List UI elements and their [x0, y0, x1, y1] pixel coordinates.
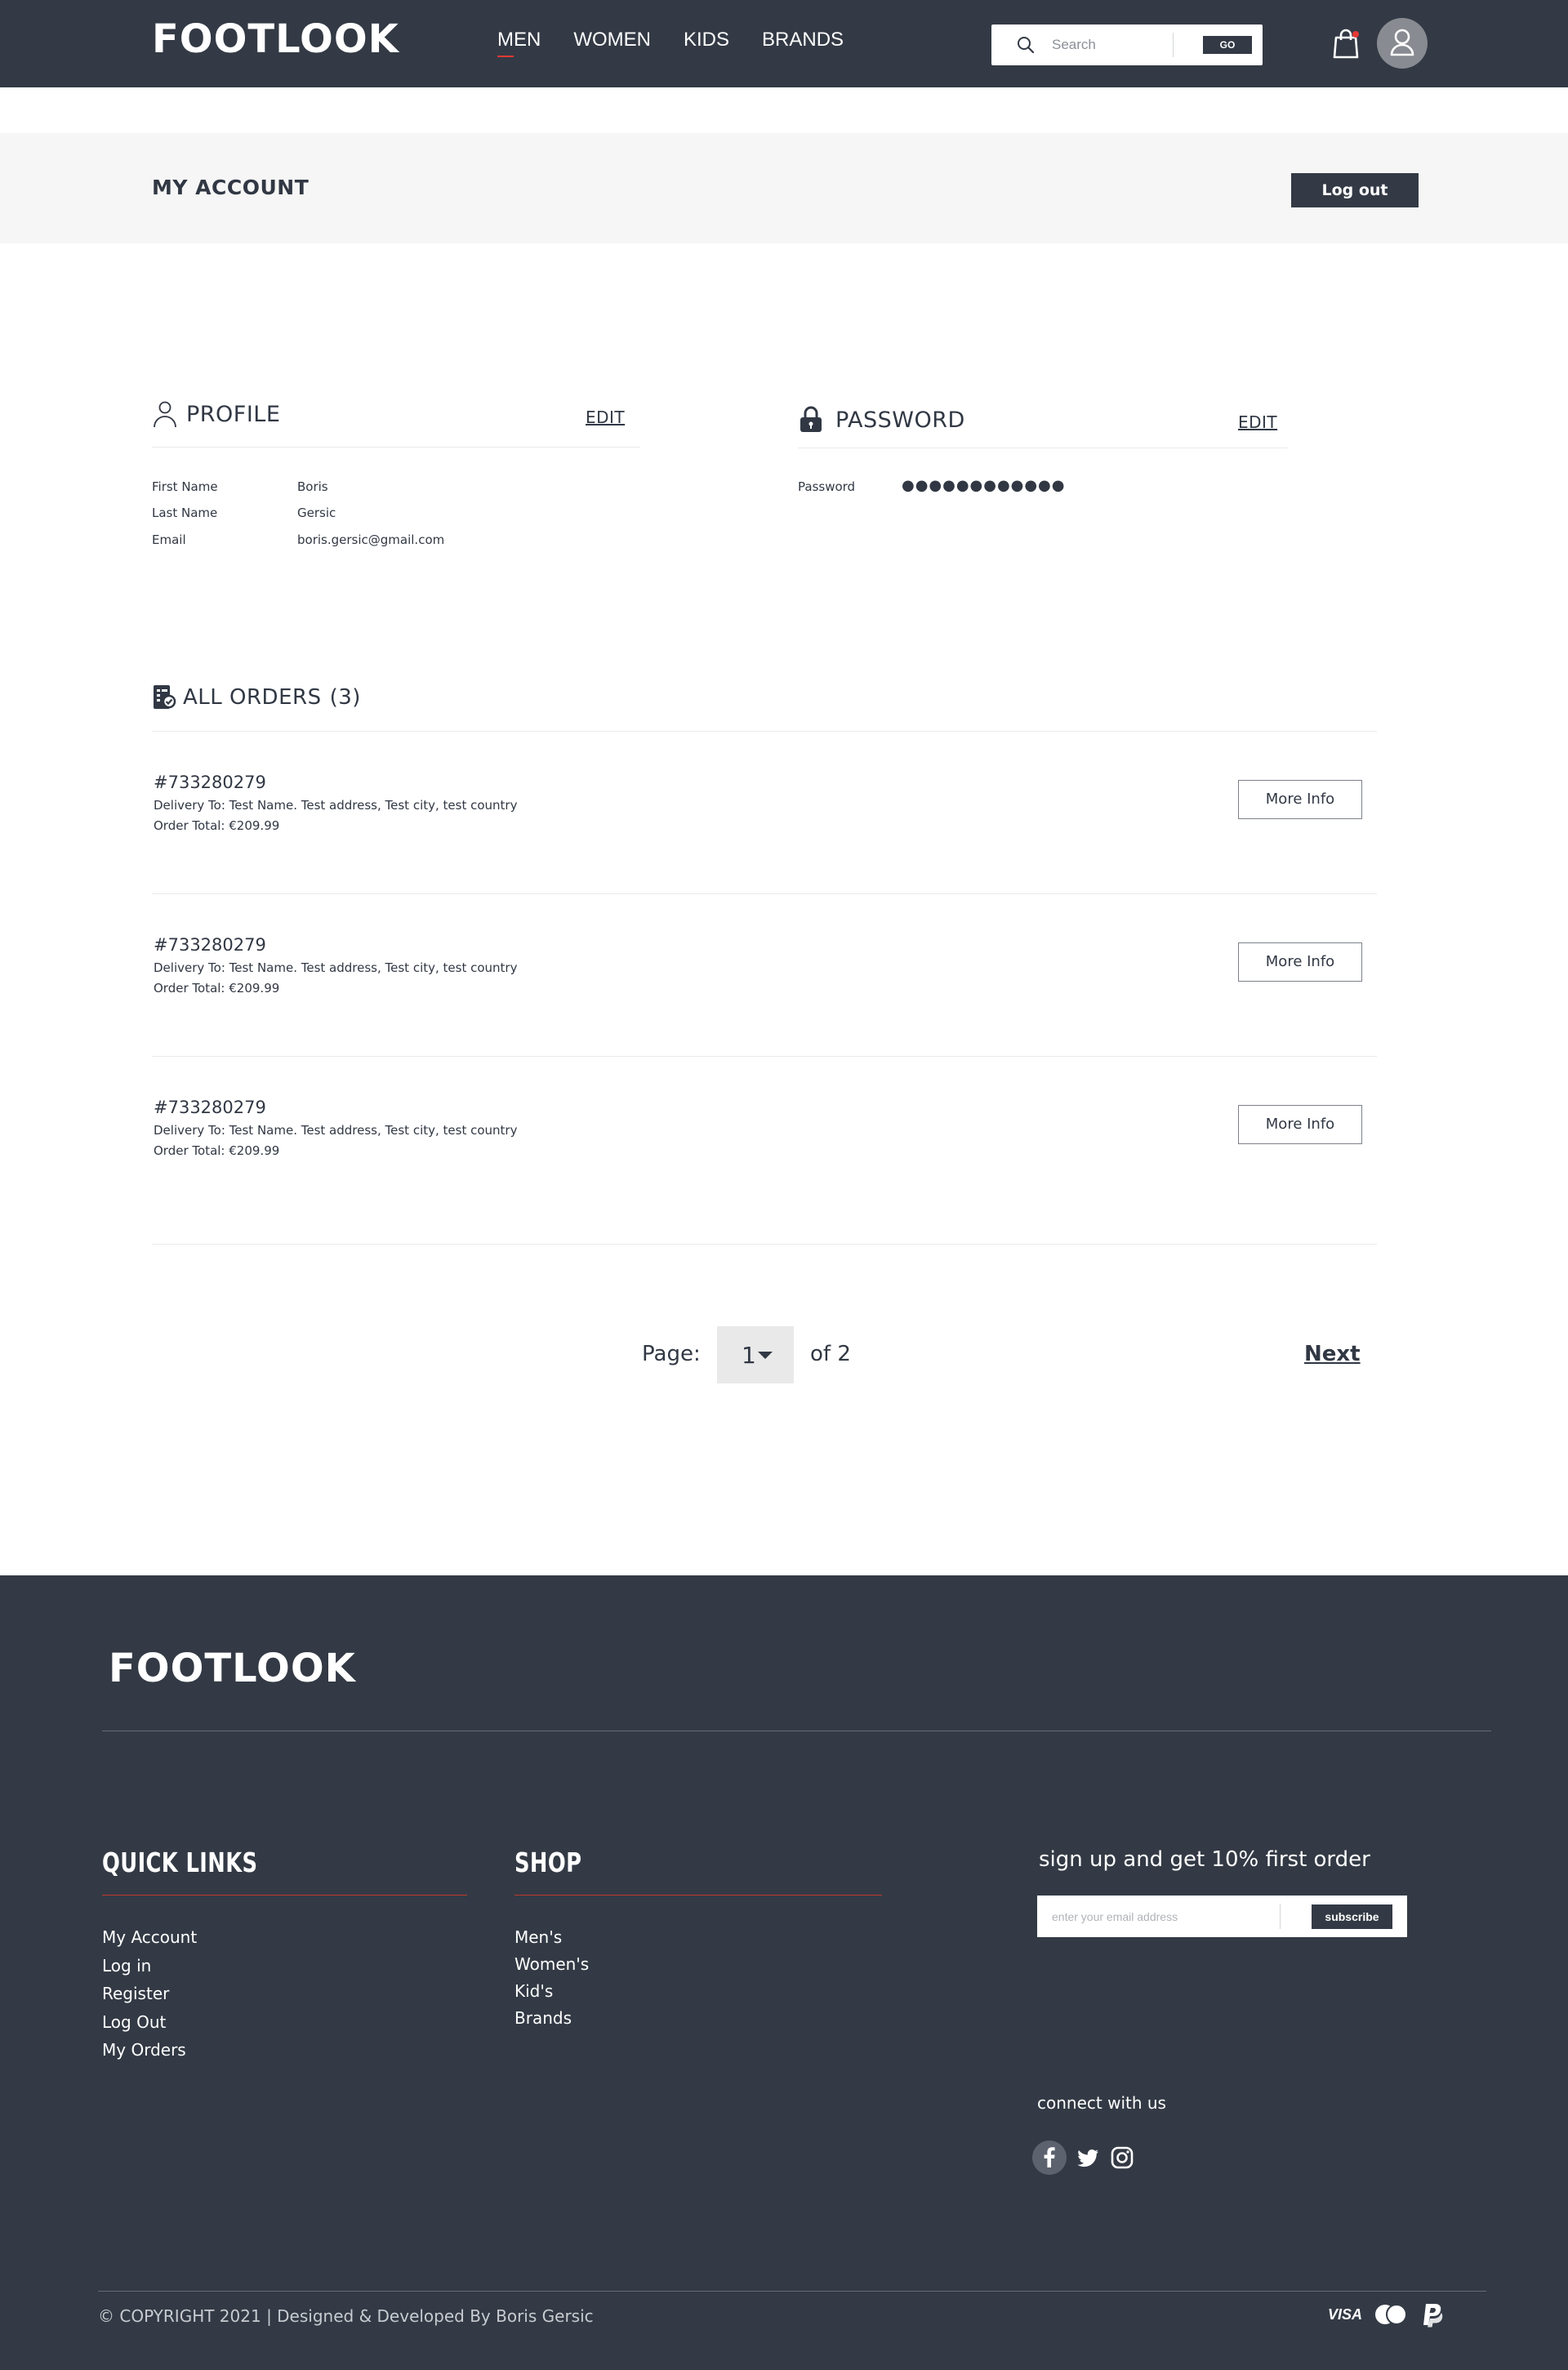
last-name-value: Gersic [297, 506, 336, 520]
order-id: #733280279 [154, 935, 266, 955]
paypal-icon [1423, 2304, 1443, 2328]
quick-links-rule [102, 1895, 467, 1896]
orders-icon [154, 685, 176, 709]
subscribe-button[interactable]: subscribe [1312, 1904, 1392, 1929]
password-label: Password [798, 479, 856, 494]
order-id: #733280279 [154, 773, 266, 792]
footer-bottom-divider [98, 2291, 1486, 2292]
profile-header: PROFILE [152, 400, 280, 428]
shop-title: SHOP [514, 1847, 582, 1878]
first-name-label: First Name [152, 479, 218, 494]
caret-down-icon [758, 1352, 773, 1359]
page-current: 1 [742, 1342, 756, 1369]
profile-title: PROFILE [186, 401, 281, 427]
page-total: of 2 [810, 1342, 851, 1366]
order-delivery: Delivery To: Test Name. Test address, Te… [154, 798, 518, 813]
password-title: PASSWORD [835, 407, 965, 433]
nav-women[interactable]: WOMEN [573, 28, 651, 52]
newsletter-title: sign up and get 10% first order [1039, 1847, 1370, 1872]
order-total: Order Total: €209.99 [154, 981, 280, 996]
quick-links-title: QUICK LINKS [102, 1847, 258, 1878]
edit-profile-link[interactable]: EDIT [586, 408, 625, 427]
lock-icon [800, 406, 822, 432]
mastercard-icon [1375, 2304, 1407, 2325]
first-name-value: Boris [297, 479, 328, 494]
footer-link-register[interactable]: Register [102, 1984, 169, 2003]
avatar[interactable] [1377, 18, 1428, 69]
footer-link-log-out[interactable]: Log Out [102, 2012, 166, 2032]
email-label: Email [152, 532, 186, 547]
newsletter-email-input[interactable] [1052, 1907, 1272, 1927]
facebook-icon[interactable] [1031, 2140, 1067, 2176]
newsletter-form: subscribe [1037, 1896, 1407, 1937]
page-select[interactable]: 1 [717, 1326, 794, 1383]
cart-badge [1352, 31, 1359, 38]
password-value: ●●●●●●●●●●●● [902, 477, 1066, 494]
footer: FOOTLOOK QUICK LINKS My Account Log in R… [0, 1575, 1568, 2370]
email-value: boris.gersic@gmail.com [297, 532, 445, 547]
order-row: #733280279 Delivery To: Test Name. Test … [152, 894, 1377, 1057]
main-nav: MEN WOMEN KIDS BRANDS [497, 28, 876, 57]
order-row: #733280279 Delivery To: Test Name. Test … [152, 1057, 1377, 1219]
order-total: Order Total: €209.99 [154, 818, 280, 833]
edit-password-link[interactable]: EDIT [1238, 412, 1277, 432]
password-header: PASSWORD [798, 406, 965, 434]
page-title: MY ACCOUNT [152, 176, 310, 199]
footer-link-my-orders[interactable]: My Orders [102, 2040, 186, 2060]
instagram-icon[interactable] [1109, 2145, 1135, 2171]
nav-brands[interactable]: BRANDS [762, 28, 844, 52]
account-header: MY ACCOUNT Log out [0, 133, 1568, 243]
nav-men[interactable]: MEN [497, 28, 541, 57]
top-navbar: FOOTLOOK MEN WOMEN KIDS BRANDS GO [0, 0, 1568, 87]
footer-link-mens[interactable]: Men's [514, 1927, 562, 1947]
svg-text:VISA: VISA [1328, 2306, 1362, 2323]
footer-brand-logo[interactable]: FOOTLOOK [109, 1646, 356, 1691]
search-input[interactable] [1052, 34, 1174, 56]
search-icon[interactable] [1016, 35, 1036, 55]
orders-count: (3) [329, 685, 361, 710]
order-row: #733280279 Delivery To: Test Name. Test … [152, 732, 1377, 894]
order-delivery: Delivery To: Test Name. Test address, Te… [154, 1123, 518, 1138]
footer-link-log-in[interactable]: Log in [102, 1956, 151, 1976]
search-go-button[interactable]: GO [1203, 36, 1252, 54]
logout-button[interactable]: Log out [1291, 173, 1419, 207]
copyright-text: © COPYRIGHT 2021 | Designed & Developed … [98, 2306, 594, 2326]
search-bar: GO [991, 25, 1263, 65]
connect-label: connect with us [1037, 2093, 1166, 2113]
footer-link-my-account[interactable]: My Account [102, 1927, 197, 1947]
twitter-icon[interactable] [1075, 2145, 1101, 2171]
next-page-link[interactable]: Next [1304, 1342, 1361, 1366]
newsletter-divider [1280, 1904, 1281, 1929]
visa-icon: VISA [1328, 2306, 1362, 2323]
order-delivery: Delivery To: Test Name. Test address, Te… [154, 960, 518, 975]
last-name-label: Last Name [152, 506, 218, 520]
profile-divider [152, 447, 640, 448]
more-info-button[interactable]: More Info [1238, 780, 1362, 819]
nav-kids[interactable]: KIDS [684, 28, 729, 52]
orders-bottom-divider [152, 1244, 1377, 1245]
shop-rule [514, 1895, 882, 1896]
brand-logo[interactable]: FOOTLOOK [152, 15, 399, 64]
orders-header: ALL ORDERS (3) [152, 684, 361, 711]
order-total: Order Total: €209.99 [154, 1143, 280, 1158]
more-info-button[interactable]: More Info [1238, 942, 1362, 982]
footer-link-womens[interactable]: Women's [514, 1954, 589, 1974]
orders-title: ALL ORDERS [183, 685, 322, 710]
footer-link-brands[interactable]: Brands [514, 2008, 572, 2028]
footer-link-kids[interactable]: Kid's [514, 1981, 553, 2001]
more-info-button[interactable]: More Info [1238, 1105, 1362, 1144]
page-label: Page: [642, 1342, 701, 1366]
search-divider [1173, 33, 1174, 57]
user-icon [1390, 29, 1414, 56]
order-id: #733280279 [154, 1098, 266, 1117]
user-icon [154, 401, 176, 428]
